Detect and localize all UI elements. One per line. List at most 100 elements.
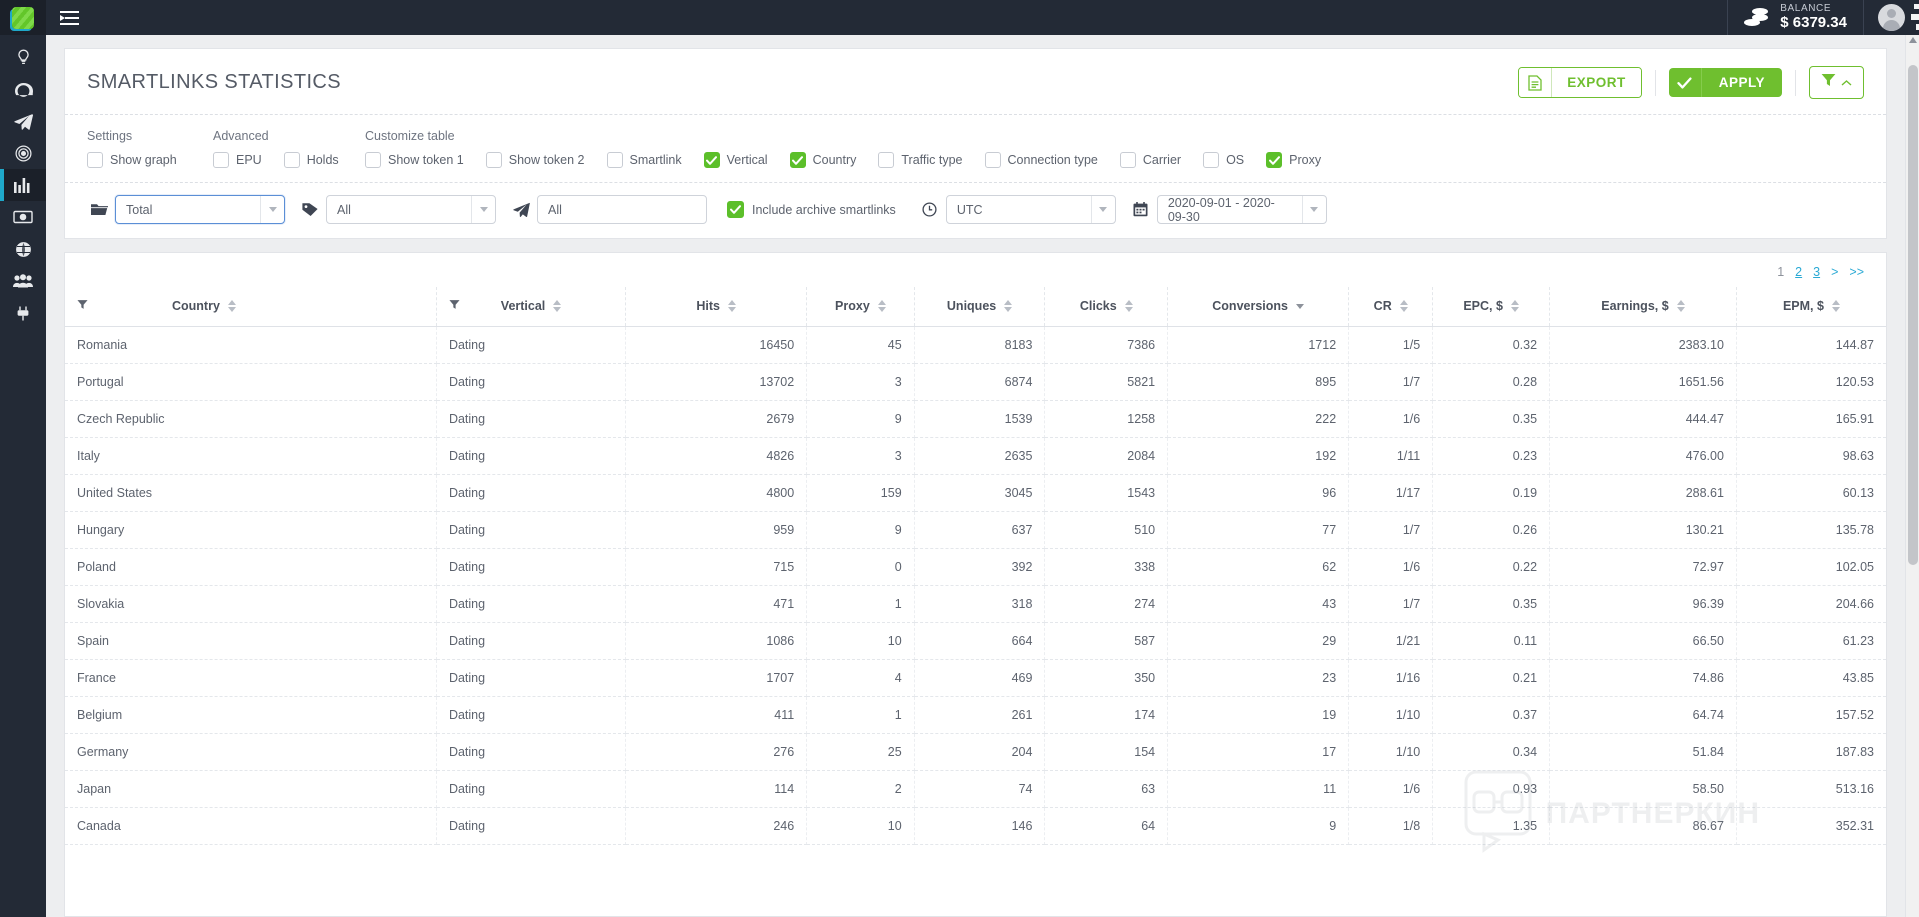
sort-toggle-icon[interactable]	[1399, 300, 1408, 312]
sidebar-item-offers[interactable]	[0, 41, 46, 73]
sidebar-item-statistics[interactable]	[0, 169, 46, 201]
pagination-last[interactable]: >>	[1849, 265, 1864, 279]
checkbox-smartlink[interactable]: Smartlink	[606, 152, 682, 168]
chevron-down-icon[interactable]	[1302, 196, 1326, 223]
column-header-epc[interactable]: EPC, $	[1432, 287, 1551, 327]
column-header-uniques[interactable]: Uniques	[914, 287, 1046, 327]
cell-uniques: 392	[914, 548, 1046, 586]
column-filter-icon[interactable]	[77, 299, 88, 313]
paper-plane-icon	[13, 113, 33, 130]
sort-toggle-icon[interactable]	[1004, 300, 1013, 312]
cell-vertical: Dating	[436, 511, 627, 549]
cell-proxy: 9	[806, 400, 915, 438]
checkbox-vertical[interactable]: Vertical	[703, 152, 768, 168]
table-row[interactable]: United States Dating 4800 159 3045 1543 96 1/17…	[65, 474, 1886, 512]
sort-toggle-icon[interactable]	[1676, 300, 1685, 312]
table-row[interactable]: Poland Dating 715 0 392 338 62 1/6 0.22 72.97 102.…	[65, 548, 1886, 586]
checkbox-traffic-type[interactable]: Traffic type	[878, 152, 963, 168]
smartlink-select[interactable]: Total	[115, 195, 285, 224]
table-row[interactable]: Slovakia Dating 471 1 318 274 43 1/7 0.35 96.39 20…	[65, 585, 1886, 623]
pagination-page-3[interactable]: 3	[1813, 265, 1820, 279]
scrollbar-thumb[interactable]	[1908, 65, 1918, 565]
table-row[interactable]: Canada Dating 246 10 146 64 9 1/8 1.35 86.67 352.3…	[65, 807, 1886, 845]
sort-desc-icon[interactable]	[1295, 303, 1304, 309]
table-row[interactable]: Germany Dating 276 25 204 154 17 1/10 0.34 51.84 1…	[65, 733, 1886, 771]
table-row[interactable]: France Dating 1707 4 469 350 23 1/16 0.21 74.86 43…	[65, 659, 1886, 697]
column-header-earnings[interactable]: Earnings, $	[1549, 287, 1737, 327]
sidebar-item-dashboard[interactable]	[0, 73, 46, 105]
checkbox-show-token-1[interactable]: Show token 1	[365, 152, 464, 168]
app-logo[interactable]	[0, 0, 46, 35]
table-row[interactable]: Japan Dating 114 2 74 63 11 1/6 0.93 58.50 513.16	[65, 770, 1886, 808]
chevron-up-icon	[1841, 74, 1852, 92]
checkbox-show-graph[interactable]: Show graph	[87, 152, 177, 168]
sort-toggle-icon[interactable]	[727, 300, 736, 312]
timezone-select[interactable]: UTC	[945, 195, 1116, 224]
balance-widget[interactable]: BALANCE $ 6379.34	[1727, 0, 1864, 35]
checkbox-show-token-2[interactable]: Show token 2	[485, 152, 585, 168]
checkbox-epu[interactable]: EPU	[213, 152, 262, 168]
column-header-vertical[interactable]: Vertical	[436, 287, 627, 327]
cell-uniques: 664	[914, 622, 1046, 660]
cell-uniques: 6874	[914, 363, 1046, 401]
table-row[interactable]: Italy Dating 4826 3 2635 2084 192 1/11 0.23 476.0…	[65, 437, 1886, 475]
sidebar-item-tools[interactable]	[0, 297, 46, 329]
column-filter-icon[interactable]	[449, 299, 460, 313]
sidebar-item-smartlinks[interactable]	[0, 105, 46, 137]
sidebar-item-globe[interactable]	[0, 233, 46, 265]
table-row[interactable]: Belgium Dating 411 1 261 174 19 1/10 0.37 64.74 15…	[65, 696, 1886, 734]
checkbox-label: Traffic type	[901, 153, 963, 167]
scroll-up-icon[interactable]	[1909, 37, 1917, 43]
user-menu[interactable]	[1864, 0, 1919, 35]
date-range-select[interactable]: 2020-09-01 - 2020-09-30	[1156, 195, 1327, 224]
cell-clicks: 63	[1044, 770, 1169, 808]
column-header-proxy[interactable]: Proxy	[806, 287, 915, 327]
plane-select-value: All	[548, 202, 562, 217]
sort-toggle-icon[interactable]	[1124, 300, 1133, 312]
checkbox-os[interactable]: OS	[1203, 152, 1244, 168]
cell-epm: 102.05	[1736, 548, 1886, 586]
cell-clicks: 2084	[1044, 437, 1169, 475]
pagination-page-2[interactable]: 2	[1795, 265, 1802, 279]
column-header-cr[interactable]: CR	[1348, 287, 1434, 327]
sidebar-item-referrals[interactable]	[0, 265, 46, 297]
filter-toggle-button[interactable]	[1809, 66, 1864, 99]
chevron-down-icon[interactable]	[260, 196, 284, 223]
sort-toggle-icon[interactable]	[227, 300, 236, 312]
checkbox-holds[interactable]: Holds	[283, 152, 339, 168]
table-row[interactable]: Czech Republic Dating 2679 9 1539 1258 222 1/6 0…	[65, 400, 1886, 438]
checkbox-carrier[interactable]: Carrier	[1119, 152, 1181, 168]
checkbox-proxy[interactable]: Proxy	[1266, 152, 1321, 168]
cell-hits: 2679	[625, 400, 808, 438]
hamburger-menu-button[interactable]	[46, 0, 92, 35]
table-row[interactable]: Hungary Dating 959 9 637 510 77 1/7 0.26 130.21 13…	[65, 511, 1886, 549]
sort-toggle-icon[interactable]	[1831, 300, 1840, 312]
column-header-country[interactable]: Country	[65, 287, 437, 327]
chevron-down-icon[interactable]	[471, 196, 495, 223]
chevron-down-icon[interactable]	[1091, 196, 1115, 223]
pagination-next[interactable]: >	[1831, 265, 1838, 279]
column-header-epm[interactable]: EPM, $	[1736, 287, 1886, 327]
sort-toggle-icon[interactable]	[877, 300, 886, 312]
cell-hits: 276	[625, 733, 808, 771]
apply-button[interactable]: APPLY	[1668, 68, 1782, 97]
cell-epm: 43.85	[1736, 659, 1886, 697]
sort-toggle-icon[interactable]	[1510, 300, 1519, 312]
table-row[interactable]: Portugal Dating 13702 3 6874 5821 895 1/7 0.28 16…	[65, 363, 1886, 401]
checkbox-connection-type[interactable]: Connection type	[984, 152, 1098, 168]
sort-toggle-icon[interactable]	[553, 300, 562, 312]
checkbox-include-archive-smartlinks[interactable]: Include archive smartlinks	[727, 201, 896, 218]
sidebar-item-finances[interactable]	[0, 201, 46, 233]
cell-conversions: 19	[1167, 696, 1350, 734]
column-header-conversions[interactable]: Conversions	[1167, 287, 1350, 327]
tag-select[interactable]: All	[326, 195, 496, 224]
column-header-hits[interactable]: Hits	[625, 287, 808, 327]
column-header-clicks[interactable]: Clicks	[1044, 287, 1169, 327]
plane-select[interactable]: All	[537, 195, 707, 224]
table-row[interactable]: Romania Dating 16450 45 8183 7386 1712 1/5 0.32 2…	[65, 326, 1886, 364]
table-row[interactable]: Spain Dating 1086 10 664 587 29 1/21 0.11 66.50 61…	[65, 622, 1886, 660]
export-button[interactable]: EXPORT	[1518, 67, 1642, 98]
checkbox-country[interactable]: Country	[789, 152, 856, 168]
page-scrollbar[interactable]	[1905, 35, 1919, 917]
sidebar-item-targets[interactable]	[0, 137, 46, 169]
